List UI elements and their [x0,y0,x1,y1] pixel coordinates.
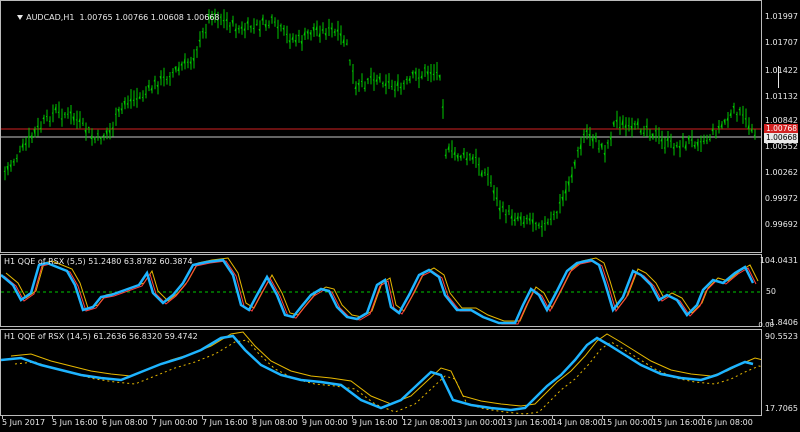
candle-tick [345,43,348,45]
price-scale-marker [778,66,779,88]
time-tick [52,416,53,419]
candle-tick [753,134,756,137]
time-label: 5 Jun 2017 [2,418,46,427]
time-label: 15 Jun 00:00 [602,418,653,427]
candle-tick [3,170,6,173]
time-tick [602,416,603,419]
candle-tick [75,119,78,121]
time-label: 13 Jun 16:00 [502,418,553,427]
time-tick [302,416,303,419]
candle-tick [534,222,537,225]
candle-tick [201,30,204,33]
candle-tick [99,137,102,139]
candle-tick [417,77,420,79]
time-tick [352,416,353,419]
candle-tick [714,135,717,138]
candle-tick [132,99,135,102]
chart-title-text: AUDCAD,H1 1.00765 1.00766 1.00608 1.0066… [26,13,220,22]
time-tick [452,416,453,419]
candle-tick [144,93,147,95]
price-label-9: 0.99692 [764,220,798,229]
candle-tick [15,157,18,160]
candle-tick [627,124,630,127]
price-label-8: 0.99972 [764,194,798,203]
candle-tick [654,130,657,132]
candle-tick [402,82,405,84]
candle-tick [549,218,552,220]
indicator1-axis-top: 104.0431 [759,256,798,265]
candle-tick [171,71,174,74]
candle-tick [576,150,579,152]
time-label: 15 Jun 16:00 [652,418,703,427]
candle-tick [582,133,585,136]
price-label-2: 1.01707 [764,38,798,47]
candle-tick [705,139,708,142]
indicator2-axis-bottom: 17.7065 [764,404,798,413]
price-label-3: 1.01422 [764,66,798,75]
price-label-4: 1.01132 [764,92,798,101]
time-tick [2,416,3,419]
time-tick [152,416,153,419]
indicator1-axis-odd: 0.00 [758,321,774,329]
time-tick [652,416,653,419]
price-label-7: 1.00262 [764,168,798,177]
indicator2-svg [1,331,761,415]
time-label: 5 Jun 16:00 [52,418,98,427]
time-label: 9 Jun 00:00 [302,418,348,427]
indicator2-pane[interactable] [0,329,762,416]
triangle-down-icon[interactable] [17,15,24,20]
candle-tick [702,140,705,143]
candle-tick [477,163,480,166]
candle-tick [255,24,258,26]
time-label: 14 Jun 08:00 [552,418,603,427]
current-price-tag: 1.00668 [764,133,798,143]
time-tick [202,416,203,419]
time-tick [552,416,553,419]
indicator1-axis-mid: 50 [765,287,776,296]
indicator2-axis-top: 90.5523 [764,332,798,341]
time-label: 13 Jun 00:00 [452,418,503,427]
candle-tick [504,213,507,216]
time-tick [402,416,403,419]
time-label: 12 Jun 08:00 [402,418,453,427]
price-chart-pane[interactable] [0,0,762,253]
chart-title: AUDCAD,H1 1.00765 1.00766 1.00608 1.0066… [12,4,220,22]
time-tick [252,416,253,419]
time-label: 8 Jun 08:00 [252,418,298,427]
candle-tick [186,61,189,63]
candle-tick [699,141,702,143]
candle-tick [204,31,207,34]
candle-tick [552,213,555,216]
candle-tick [252,27,255,30]
candle-tick [60,118,63,120]
time-label: 16 Jun 08:00 [702,418,753,427]
price-label-6: 1.00552 [764,142,798,151]
price-chart-svg [1,8,761,237]
indicator2-title: H1 QQE of RSX (14,5) 61.2636 56.8320 59.… [4,332,198,341]
indicator1-title: H1 QQE of RSX (5,5) 51.2480 63.8782 60.3… [4,257,193,266]
candle-tick [57,111,60,114]
time-label: 7 Jun 16:00 [202,418,248,427]
indicator1-main-line [1,258,755,325]
candle-tick [597,148,600,150]
candle-tick [348,59,351,61]
price-label-1: 1.01997 [764,12,798,21]
time-tick [102,416,103,419]
indicator1-slow-line [5,257,759,322]
candle-tick [111,127,114,129]
time-tick [502,416,503,419]
time-tick [702,416,703,419]
time-label: 6 Jun 08:00 [102,418,148,427]
time-label: 7 Jun 00:00 [152,418,198,427]
candle-tick [39,127,42,130]
candle-tick [393,89,396,91]
candle-tick [195,49,198,51]
time-label: 9 Jun 16:00 [352,418,398,427]
